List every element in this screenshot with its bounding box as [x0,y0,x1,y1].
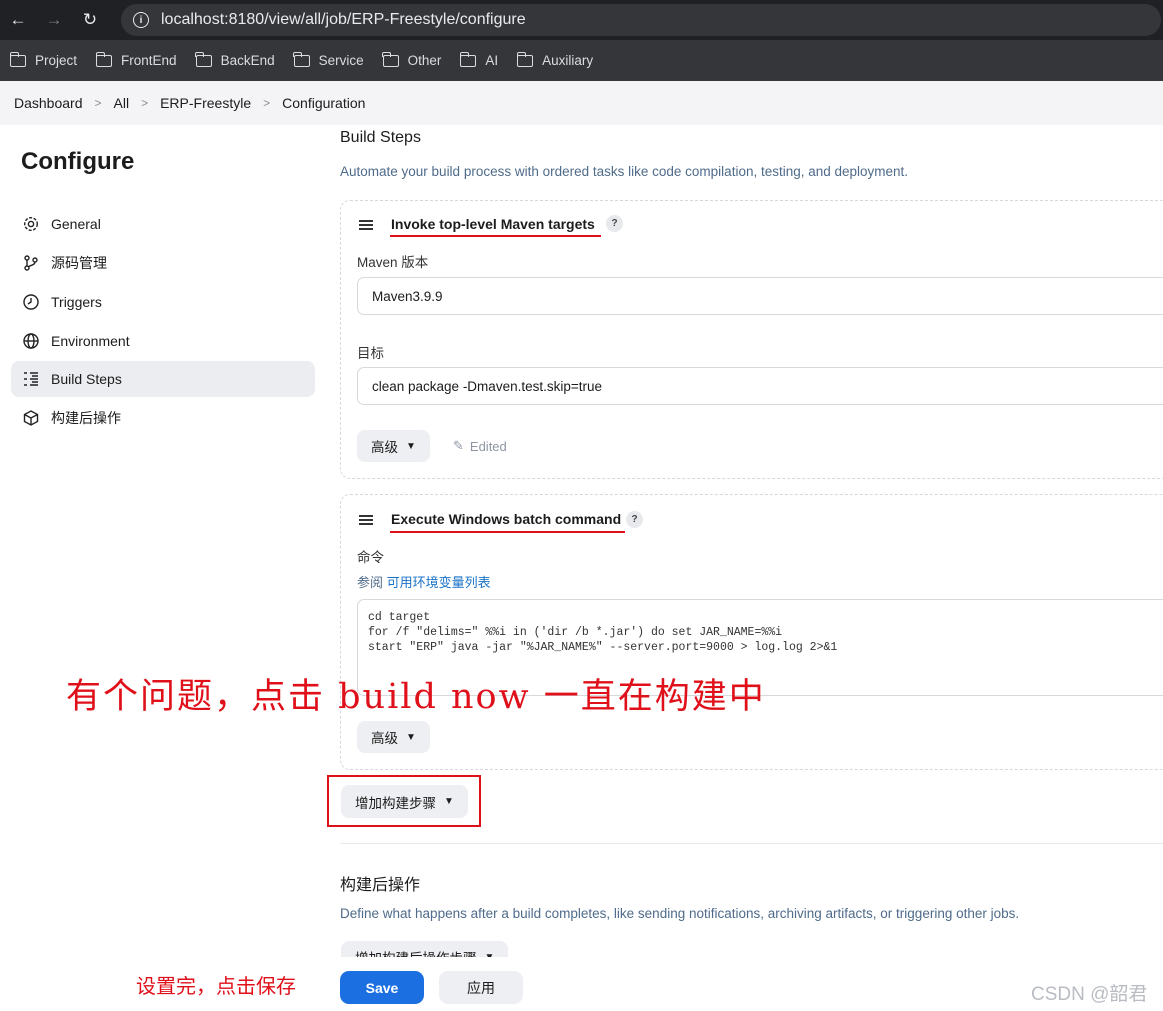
folder-icon [195,51,212,67]
address-bar[interactable]: i localhost:8180/view/all/job/ERP-Freest… [121,4,1161,36]
folder-icon [459,51,477,67]
drag-handle-icon[interactable] [359,220,373,230]
chevron-right-icon: > [263,96,271,110]
globe-icon [22,332,40,350]
env-vars-hint: 参阅 可用环境变量列表 [357,575,491,590]
goals-input[interactable]: clean package -Dmaven.test.skip=true [357,367,1163,405]
bookmark-service[interactable]: Service [293,51,364,68]
folder-icon [95,51,113,67]
page-title: Configure [21,148,135,175]
bookmark-project[interactable]: Project [9,51,77,68]
drag-handle-icon[interactable] [359,515,373,525]
batch-step-card: Execute Windows batch command ? 命令 参阅 可用… [340,494,1163,770]
chevron-down-icon: ▼ [406,440,416,452]
env-vars-link[interactable]: 可用环境变量列表 [387,575,491,590]
gear-icon [22,215,40,233]
list-icon [22,370,40,388]
maven-version-label: Maven 版本 [357,255,429,270]
maven-step-title: Invoke top-level Maven targets [391,216,595,232]
bookmark-frontend[interactable]: FrontEnd [95,51,177,68]
back-arrow-icon[interactable]: ← [0,0,36,40]
maven-version-select[interactable]: Maven3.9.9 [357,277,1163,315]
breadcrumb-dashboard[interactable]: Dashboard [14,95,83,111]
breadcrumb: Dashboard > All > ERP-Freestyle > Config… [0,81,1163,125]
command-label: 命令 [357,550,384,565]
bookmarks-bar: Project FrontEnd BackEnd Service Other A… [0,40,1163,81]
folder-icon [9,51,26,67]
edited-indicator: ✎ Edited [453,438,507,454]
maven-advanced-button[interactable]: 高级 ▼ [357,430,430,462]
annotation-underline [390,235,601,237]
site-info-icon[interactable]: i [133,12,149,28]
section-divider [340,843,1163,844]
folder-icon [516,51,534,67]
bookmark-auxiliary[interactable]: Auxiliary [516,51,593,68]
annotation-text: 有个问题，点击 build now 一直在构建中 [66,677,766,717]
pencil-icon: ✎ [453,438,464,453]
post-build-description: Define what happens after a build comple… [340,906,1020,921]
sidebar-item-triggers[interactable]: Triggers [11,284,315,320]
browser-toolbar: ← → ↻ i localhost:8180/view/all/job/ERP-… [0,0,1163,40]
chevron-down-icon: ▼ [406,731,416,743]
annotation-save-hint: 设置完，点击保存 [136,974,296,998]
bookmark-backend[interactable]: BackEnd [195,51,275,68]
sidebar-item-general[interactable]: General [11,206,315,242]
url-text: localhost:8180/view/all/job/ERP-Freestyl… [161,11,526,28]
breadcrumb-all[interactable]: All [114,95,130,111]
forward-arrow-icon[interactable]: → [36,0,72,40]
bookmark-other[interactable]: Other [382,51,441,68]
annotation-underline [390,531,625,533]
help-icon[interactable]: ? [606,215,623,232]
cube-icon [22,409,40,427]
chevron-right-icon: > [141,96,149,110]
sidebar-item-post-build[interactable]: 构建后操作 [11,400,315,436]
clock-icon [22,293,40,311]
breadcrumb-configuration[interactable]: Configuration [282,95,365,111]
goals-label: 目标 [357,346,384,361]
folder-icon [293,51,310,67]
build-steps-description: Automate your build process with ordered… [340,164,909,179]
sidebar-item-source[interactable]: 源码管理 [11,245,315,281]
bookmark-ai[interactable]: AI [459,51,498,68]
branch-icon [22,254,40,272]
build-steps-title: Build Steps [340,129,421,146]
maven-step-card: Invoke top-level Maven targets ? Maven 版… [340,200,1163,479]
breadcrumb-job[interactable]: ERP-Freestyle [160,95,251,111]
help-icon[interactable]: ? [626,511,643,528]
apply-button[interactable]: 应用 [439,971,523,1004]
folder-icon [382,51,399,67]
post-build-title: 构建后操作 [340,877,421,894]
sidebar-item-build-steps[interactable]: Build Steps [11,361,315,397]
annotation-box [327,775,481,827]
watermark: CSDN @韶君 [1031,984,1148,1005]
batch-step-title: Execute Windows batch command [391,511,622,527]
reload-icon[interactable]: ↻ [72,0,108,40]
save-button[interactable]: Save [340,971,424,1004]
sidebar-item-environment[interactable]: Environment [11,323,315,359]
batch-advanced-button[interactable]: 高级 ▼ [357,721,430,753]
chevron-right-icon: > [94,96,102,110]
